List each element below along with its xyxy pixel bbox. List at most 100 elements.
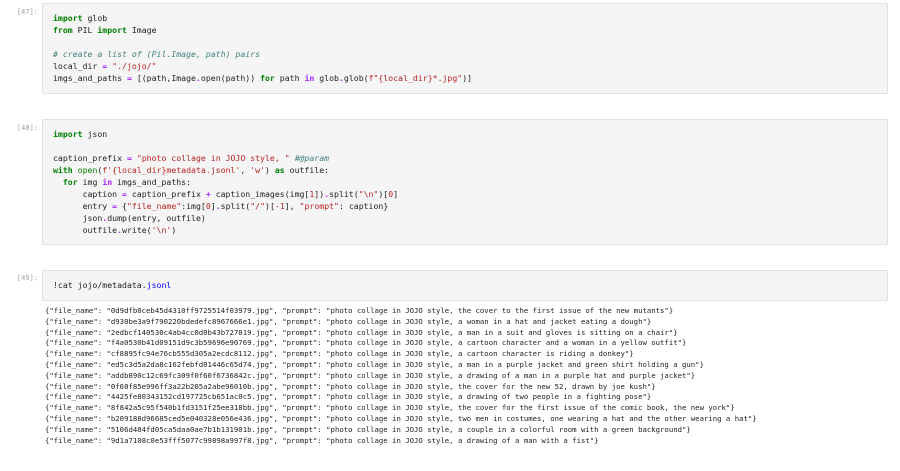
- output-line: {"file_name": "8f842a5c95f540b1fd3151f25…: [45, 403, 735, 413]
- code-token: glob: [314, 73, 339, 83]
- code-token: from: [53, 25, 73, 35]
- code-token: entry: [53, 201, 113, 211]
- code-token: '\n': [151, 225, 172, 235]
- code-line: imgs_and_paths = [(path,Image.open(path)…: [53, 72, 877, 84]
- code-token: as: [274, 165, 285, 175]
- code-token: caption: [53, 189, 123, 199]
- code-line: import glob: [53, 12, 877, 24]
- code-token: ]: [393, 189, 399, 199]
- output-line: {"file_name": "cf8895fc94e76cb555d305a2e…: [45, 349, 634, 359]
- code-token: ,: [240, 165, 251, 175]
- code-token: -1: [274, 201, 285, 211]
- code-token: glob(: [343, 73, 369, 83]
- code-token: for: [62, 177, 78, 187]
- code-token: split(: [329, 189, 359, 199]
- output-line: {"file_name": "addb890c12c69fc309f0f60f6…: [45, 370, 696, 380]
- code-line: entry = {"file_name":img[0].split("/")[-…: [53, 200, 877, 212]
- code-token: f'{local_dir}metadata.jsonl': [102, 165, 241, 175]
- code-token: )]: [462, 73, 473, 83]
- code-token: !cat jojo/metadata.: [53, 280, 147, 290]
- cell-prompt: [48]:: [16, 124, 38, 132]
- code-token: "/": [250, 201, 266, 211]
- code-line: with open(f'{local_dir}metadata.jsonl', …: [53, 164, 877, 176]
- code-token: PIL: [72, 25, 98, 35]
- code-input[interactable]: import json caption_prefix = "photo colla…: [42, 119, 888, 245]
- code-token: ): [171, 225, 177, 235]
- code-token: in: [102, 177, 113, 187]
- code-token: glob: [82, 13, 108, 23]
- code-line: import json: [53, 128, 877, 140]
- code-token: split(: [220, 201, 251, 211]
- code-token: json: [53, 213, 103, 223]
- code-token: json: [82, 129, 108, 139]
- code-token: "./jojo/": [112, 61, 157, 71]
- code-token: with: [53, 165, 73, 175]
- code-token: outfile: [53, 225, 118, 235]
- code-line: from PIL import Image: [53, 24, 877, 36]
- code-token: caption_prefix: [53, 153, 127, 163]
- code-token: write(: [122, 225, 152, 235]
- code-token: path: [274, 73, 305, 83]
- code-input[interactable]: import glob from PIL import Image # create…: [42, 3, 888, 94]
- code-token: jsonl: [146, 280, 172, 290]
- code-token: "file_name": [126, 201, 182, 211]
- output-line: {"file_name": "0f60f85e996ff3a22b205a2ab…: [45, 381, 656, 391]
- cell-prompt: [49]:: [16, 274, 38, 282]
- code-line: local_dir = "./jojo/": [53, 60, 877, 72]
- code-token: :img[: [181, 201, 206, 211]
- code-line: outfile.write('\n'): [53, 224, 877, 236]
- code-line: json.dump(entry, outfile): [53, 212, 877, 224]
- code-token: )[: [378, 189, 389, 199]
- output-line: {"file_name": "b209188d96685ced5e040328e…: [45, 413, 757, 423]
- code-token: "prompt": [299, 201, 339, 211]
- code-token: [(path,Image: [131, 73, 196, 83]
- code-token: img: [77, 177, 103, 187]
- code-line: caption = caption_prefix + caption_image…: [53, 188, 877, 200]
- code-token: )[: [265, 201, 275, 211]
- code-token: dump(entry, outfile): [107, 213, 206, 223]
- code-token: open(path)): [200, 73, 261, 83]
- code-token: Image: [126, 25, 157, 35]
- output-line: {"file_name": "5106d484fd05ca5daa0ae7b1b…: [45, 424, 691, 434]
- output-line: {"file_name": "4425fe80343152cd197725cb6…: [45, 392, 652, 402]
- code-input[interactable]: !cat jojo/metadata.jsonl: [42, 270, 888, 301]
- code-token: #@param: [294, 153, 330, 163]
- code-token: import: [53, 13, 83, 23]
- output-line: {"file_name": "2edbcf140530c4ab4cc0d0b43…: [45, 327, 678, 337]
- code-token: import: [97, 25, 127, 35]
- code-token: for: [260, 73, 275, 83]
- code-token: imgs_and_paths: [53, 73, 127, 83]
- code-line: for img in imgs_and_paths:: [53, 176, 877, 188]
- code-token: # create a list of (Pil.Image, path) pai…: [53, 49, 261, 59]
- code-token: import: [53, 129, 83, 139]
- code-token: open: [77, 165, 98, 175]
- code-token: ]): [314, 189, 325, 199]
- code-token: imgs_and_paths:: [112, 177, 192, 187]
- code-token: "photo collage in JOJO style, ": [136, 153, 290, 163]
- code-line: # create a list of (Pil.Image, path) pai…: [53, 48, 877, 60]
- code-line: caption_prefix = "photo collage in JOJO …: [53, 152, 877, 164]
- code-token: {: [117, 201, 127, 211]
- code-token: in: [304, 73, 315, 83]
- code-token: caption_images(img[: [210, 189, 310, 199]
- code-token: caption_prefix: [126, 189, 206, 199]
- code-token: f"{local_dir}*.jpg": [368, 73, 463, 83]
- output-line: {"file_name": "ed5c3d5a2da8c162febfd0144…: [45, 359, 704, 369]
- output-line: {"file_name": "d930be3a9f790220bdedefc89…: [45, 316, 652, 326]
- output-line: {"file_name": "9d1a7108c0e53fff5077c9989…: [45, 435, 599, 445]
- output-line: {"file_name": "f4a0530b41d09151d9c3b5969…: [45, 338, 687, 348]
- code-token: 'w': [250, 165, 265, 175]
- code-token: "\n": [358, 189, 379, 199]
- code-token: local_dir: [53, 61, 103, 71]
- output-line: {"file_name": "0d9dfb0ceb45d4310ff972551…: [45, 306, 674, 315]
- code-token: ): [265, 165, 275, 175]
- code-line: !cat jojo/metadata.jsonl: [53, 279, 877, 291]
- code-token: : caption}: [338, 201, 389, 211]
- cell-prompt: [47]:: [16, 8, 38, 16]
- cell-output: {"file_name": "0d9dfb0ceb45d4310ff972551…: [45, 306, 890, 446]
- code-token: outfile:: [284, 165, 330, 175]
- code-token: ],: [284, 201, 300, 211]
